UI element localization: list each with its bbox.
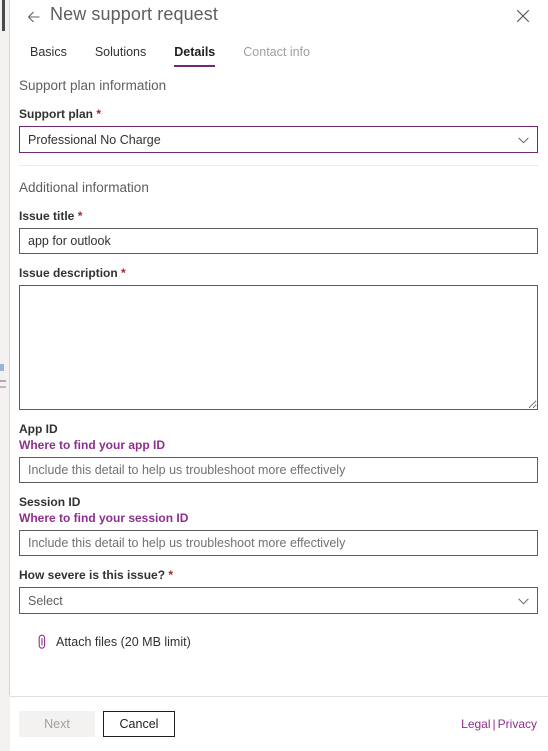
section-divider xyxy=(19,165,538,166)
session-id-help-link[interactable]: Where to find your session ID xyxy=(19,511,538,525)
required-asterisk: * xyxy=(168,568,174,582)
support-plan-select[interactable]: Professional No Charge xyxy=(19,126,538,153)
severity-label: How severe is this issue? * xyxy=(19,568,174,582)
app-id-help-link[interactable]: Where to find your app ID xyxy=(19,438,538,452)
issue-title-label: Issue title * xyxy=(19,209,83,223)
issue-title-field: Issue title * xyxy=(10,209,548,254)
app-id-input[interactable] xyxy=(19,457,538,483)
session-id-label: Session ID xyxy=(19,495,81,509)
attach-files-button[interactable]: Attach files (20 MB limit) xyxy=(10,626,548,650)
support-plan-field: Support plan * Professional No Charge xyxy=(10,107,548,153)
severity-selected-value: Select xyxy=(28,593,63,608)
background-window-artifact xyxy=(0,364,4,371)
tab-basics-label: Basics xyxy=(30,45,67,59)
tab-bar: Basics Solutions Details Contact info xyxy=(21,42,324,70)
attach-files-label: Attach files (20 MB limit) xyxy=(56,635,191,649)
app-id-field: App ID Where to find your app ID xyxy=(10,422,548,483)
session-id-input[interactable] xyxy=(19,530,538,556)
cancel-button[interactable]: Cancel xyxy=(103,711,175,737)
chevron-down-icon xyxy=(518,133,529,147)
issue-description-textarea[interactable] xyxy=(19,285,538,410)
required-asterisk: * xyxy=(96,107,102,121)
background-window-artifact xyxy=(0,386,6,388)
tab-contact-info-label: Contact info xyxy=(243,45,310,59)
issue-description-label: Issue description * xyxy=(19,266,126,280)
background-window-artifact xyxy=(0,380,6,382)
paperclip-icon xyxy=(36,634,48,650)
arrow-left-icon[interactable] xyxy=(22,5,46,29)
legal-link[interactable]: Legal xyxy=(461,717,490,731)
required-asterisk: * xyxy=(77,209,83,223)
panel-header: New support request xyxy=(10,0,548,36)
background-window-titlebar xyxy=(2,0,5,31)
issue-title-input[interactable] xyxy=(19,228,538,254)
form-content: Support plan information Support plan * … xyxy=(10,78,548,690)
close-icon[interactable] xyxy=(512,5,534,27)
required-asterisk: * xyxy=(121,266,126,280)
next-button[interactable]: Next xyxy=(19,711,95,737)
severity-select[interactable]: Select xyxy=(19,587,538,614)
support-request-panel: New support request Basics Solutions Det… xyxy=(10,0,548,751)
legal-links: Legal | Privacy xyxy=(461,717,537,731)
tab-details-label: Details xyxy=(174,45,216,59)
session-id-field: Session ID Where to find your session ID xyxy=(10,495,548,556)
tab-contact-info[interactable]: Contact info xyxy=(229,42,324,70)
page-title: New support request xyxy=(50,4,218,24)
legal-separator: | xyxy=(492,717,496,731)
privacy-link[interactable]: Privacy xyxy=(498,717,537,731)
tab-basics[interactable]: Basics xyxy=(21,42,81,70)
support-plan-section-heading: Support plan information xyxy=(19,78,167,93)
panel-footer: Next Cancel Legal | Privacy xyxy=(10,697,548,751)
tab-details[interactable]: Details xyxy=(160,42,229,70)
tab-solutions-label: Solutions xyxy=(94,45,147,59)
tab-solutions[interactable]: Solutions xyxy=(81,42,160,70)
support-plan-selected-value: Professional No Charge xyxy=(28,132,161,147)
app-id-label: App ID xyxy=(19,422,58,436)
additional-info-section-heading: Additional information xyxy=(19,180,149,195)
support-plan-label: Support plan * xyxy=(19,107,102,121)
severity-field: How severe is this issue? * Select xyxy=(10,568,548,614)
chevron-down-icon xyxy=(518,594,529,608)
issue-description-field: Issue description * xyxy=(10,266,548,410)
